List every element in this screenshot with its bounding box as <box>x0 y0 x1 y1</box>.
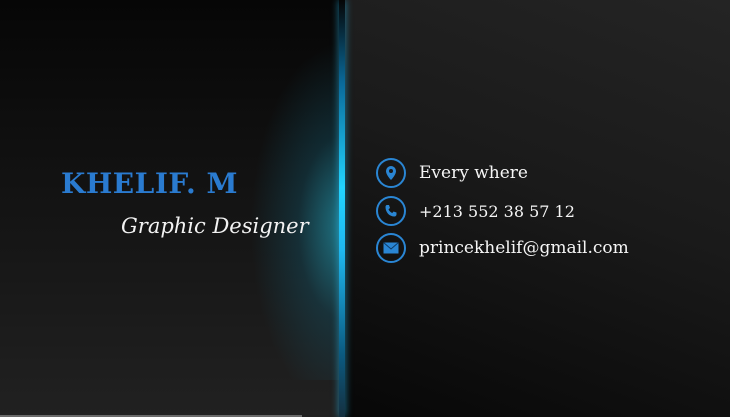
contact-email: princekhelif@gmail.com <box>376 233 629 263</box>
divider-light-line <box>339 0 345 417</box>
email-text: princekhelif@gmail.com <box>419 238 629 258</box>
phone-icon <box>376 196 406 226</box>
person-name: KHELIF. M <box>61 167 238 200</box>
phone-text: +213 552 38 57 12 <box>419 201 575 221</box>
location-text: Every where <box>419 163 528 183</box>
contact-location: Every where <box>376 158 528 188</box>
contact-phone: +213 552 38 57 12 <box>376 196 575 226</box>
envelope-icon <box>376 233 406 263</box>
glow-effect <box>250 40 345 380</box>
job-title: Graphic Designer <box>121 214 309 238</box>
location-pin-icon <box>376 158 406 188</box>
